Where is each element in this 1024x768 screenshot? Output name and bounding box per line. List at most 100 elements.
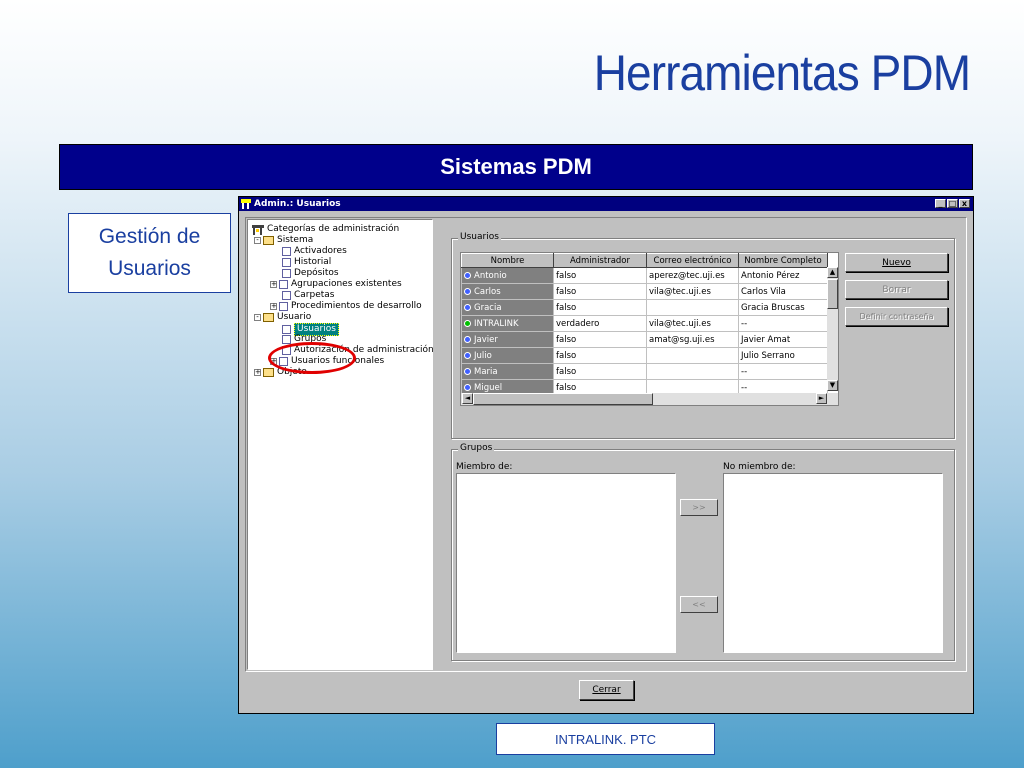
set-password-button[interactable]: Definir contraseña (845, 307, 948, 326)
groups-groupbox: Grupos Miembro de: No miembro de: >> << (451, 443, 955, 661)
table-row[interactable]: Javier falso amat@sg.uji.es Javier Amat (461, 331, 828, 348)
tree-item-root[interactable]: Categorías de administración (252, 224, 399, 235)
table-row[interactable]: Carlos falso vila@tec.uji.es Carlos Vila (461, 283, 828, 300)
folder-open-icon (263, 236, 274, 245)
tree-item-depositos[interactable]: Depósitos (282, 268, 339, 279)
cell-correo[interactable] (646, 363, 739, 380)
cell-completo[interactable]: Carlos Vila (738, 283, 828, 300)
table-horizontal-scrollbar[interactable]: ◄ ► (461, 393, 838, 405)
expand-icon[interactable]: + (270, 303, 277, 310)
table-vertical-scrollbar[interactable]: ▲ ▼ (827, 267, 838, 391)
users-table: Nombre Administrador Correo electrónico … (461, 253, 828, 396)
new-user-button[interactable]: Nuevo (845, 253, 948, 272)
column-header-nombre[interactable]: Nombre (461, 253, 554, 268)
cell-nombre[interactable]: Julio (461, 347, 554, 364)
table-row[interactable]: INTRALINK verdadero vila@tec.uji.es -- (461, 315, 828, 332)
table-row[interactable]: Maria falso -- (461, 363, 828, 380)
button-label: Nuevo (882, 257, 911, 268)
tree-label: Agrupaciones existentes (291, 279, 402, 289)
expand-icon[interactable]: + (254, 369, 261, 376)
collapse-icon[interactable]: - (254, 314, 261, 321)
user-icon (464, 351, 471, 359)
close-button[interactable]: Cerrar (579, 680, 634, 700)
cell-text: Maria (474, 366, 498, 377)
cell-completo[interactable]: -- (738, 315, 828, 332)
cell-nombre[interactable]: Carlos (461, 283, 554, 300)
cell-admin[interactable]: falso (553, 363, 647, 380)
column-header-administrador[interactable]: Administrador (553, 253, 647, 268)
close-window-button[interactable]: x (959, 199, 970, 208)
cell-correo[interactable] (646, 299, 739, 316)
member-of-list[interactable] (456, 473, 676, 653)
cell-correo[interactable]: vila@tec.uji.es (646, 283, 739, 300)
table-row[interactable]: Gracia falso Gracia Bruscas (461, 299, 828, 316)
tree-label: Activadores (294, 246, 347, 256)
document-icon (279, 280, 288, 289)
scroll-thumb-horizontal[interactable] (473, 393, 653, 405)
table-row[interactable]: Julio falso Julio Serrano (461, 347, 828, 364)
scroll-down-icon[interactable]: ▼ (827, 380, 838, 391)
expand-icon[interactable]: + (270, 281, 277, 288)
scroll-up-icon[interactable]: ▲ (827, 267, 838, 278)
cell-text: INTRALINK (474, 318, 519, 329)
cell-nombre[interactable]: Gracia (461, 299, 554, 316)
button-label: Cerrar (592, 685, 621, 695)
cell-correo[interactable]: vila@tec.uji.es (646, 315, 739, 332)
add-to-group-button[interactable]: >> (680, 499, 718, 516)
cell-correo[interactable]: aperez@tec.uji.es (646, 267, 739, 284)
window-body: Categorías de administración - Sistema A… (245, 217, 967, 672)
tree-label: Historial (294, 257, 332, 267)
cell-completo[interactable]: Gracia Bruscas (738, 299, 828, 316)
cell-text: Javier (474, 334, 498, 345)
document-icon (282, 258, 291, 267)
cell-admin[interactable]: falso (553, 299, 647, 316)
cell-admin[interactable]: falso (553, 283, 647, 300)
groups-group-label: Grupos (458, 443, 495, 453)
scroll-thumb[interactable] (827, 279, 838, 309)
tree-label: Procedimientos de desarrollo (291, 301, 422, 311)
cell-admin[interactable]: verdadero (553, 315, 647, 332)
cell-nombre[interactable]: Javier (461, 331, 554, 348)
tree-label: Carpetas (294, 290, 335, 300)
cell-completo[interactable]: Julio Serrano (738, 347, 828, 364)
button-label: Borrar (882, 284, 911, 295)
cell-admin[interactable]: falso (553, 267, 647, 284)
minimize-button[interactable]: _ (935, 199, 946, 208)
cell-admin[interactable]: falso (553, 331, 647, 348)
tree-item-activadores[interactable]: Activadores (282, 246, 347, 257)
column-header-correo[interactable]: Correo electrónico (646, 253, 739, 268)
table-row[interactable]: Antonio falso aperez@tec.uji.es Antonio … (461, 267, 828, 284)
collapse-icon[interactable]: - (254, 237, 261, 244)
not-member-of-list[interactable] (723, 473, 943, 653)
cell-admin[interactable]: falso (553, 347, 647, 364)
scroll-right-icon[interactable]: ► (816, 393, 827, 404)
cell-nombre[interactable]: Antonio (461, 267, 554, 284)
tree-item-historial[interactable]: Historial (282, 257, 331, 268)
cell-completo[interactable]: Antonio Pérez (738, 267, 828, 284)
tree-item-sistema[interactable]: - Sistema (254, 235, 313, 246)
cell-completo[interactable]: -- (738, 363, 828, 380)
scroll-left-icon[interactable]: ◄ (462, 393, 473, 404)
maximize-button[interactable]: □ (947, 199, 958, 208)
tree-item-usuario[interactable]: - Usuario (254, 312, 311, 323)
tree-item-agrupaciones[interactable]: + Agrupaciones existentes (270, 279, 402, 290)
highlight-circle (268, 342, 356, 374)
tree-item-carpetas[interactable]: Carpetas (282, 290, 334, 301)
document-icon (282, 335, 291, 344)
delete-user-button[interactable]: Borrar (845, 280, 948, 299)
cell-correo[interactable]: amat@sg.uji.es (646, 331, 739, 348)
column-header-nombre-completo[interactable]: Nombre Completo (738, 253, 828, 268)
details-panel: Usuarios Nombre Administrador Correo ele… (438, 219, 964, 670)
tree-label: Categorías de administración (267, 224, 400, 234)
cell-completo[interactable]: Javier Amat (738, 331, 828, 348)
window-titlebar[interactable]: Admin.: Usuarios _ □ x (239, 197, 973, 211)
cell-nombre[interactable]: INTRALINK (461, 315, 554, 332)
cell-nombre[interactable]: Maria (461, 363, 554, 380)
tree-item-procedimientos[interactable]: + Procedimientos de desarrollo (270, 301, 422, 312)
cell-correo[interactable] (646, 347, 739, 364)
document-icon (282, 247, 291, 256)
slide-title: Herramientas PDM (593, 45, 971, 101)
admin-tree[interactable]: Categorías de administración - Sistema A… (247, 219, 434, 670)
admin-user-icon (464, 319, 471, 327)
remove-from-group-button[interactable]: << (680, 596, 718, 613)
